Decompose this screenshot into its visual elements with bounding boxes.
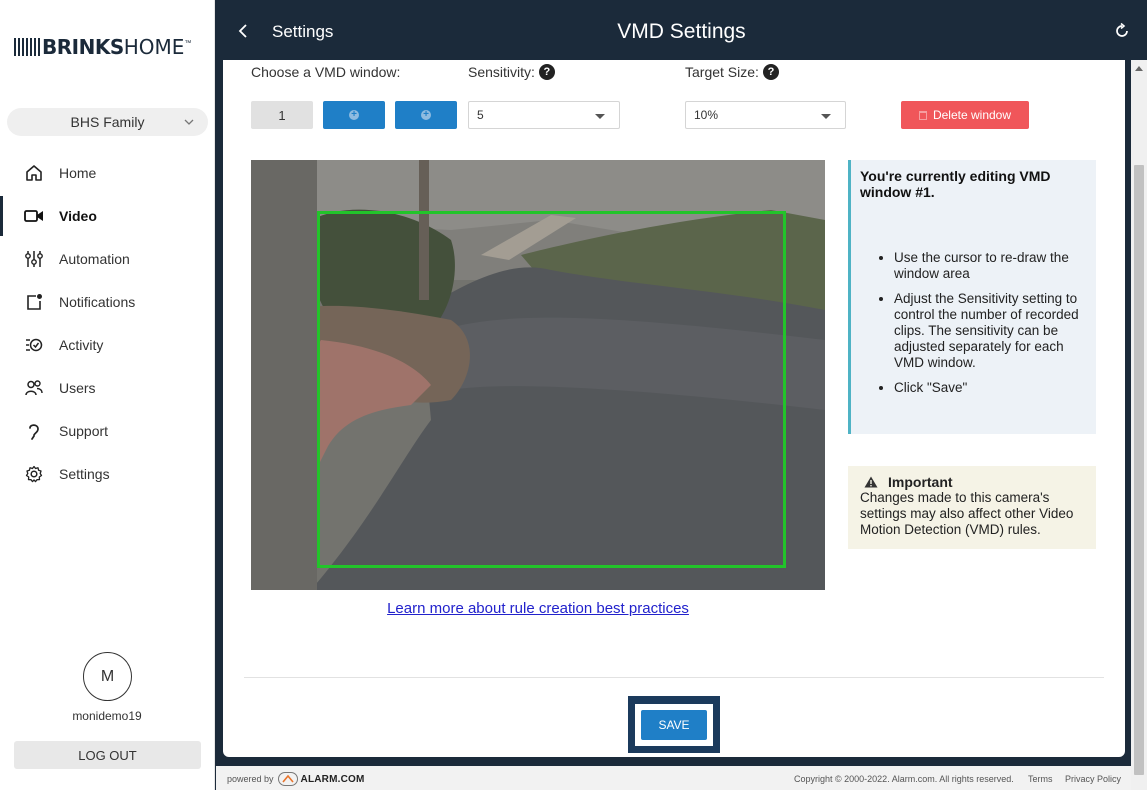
scroll-up-arrow-icon[interactable] [1135, 66, 1143, 71]
sidebar: BRINKS HOME ™ BHS Family Home Video Automa… [0, 0, 215, 790]
back-link-label[interactable]: Settings [272, 22, 333, 42]
add-vmd-window-button[interactable]: + [395, 101, 457, 129]
add-vmd-window-button[interactable]: + [323, 101, 385, 129]
sidebar-item-label: Activity [59, 337, 104, 353]
list-item: Click "Save" [894, 380, 1087, 396]
chevron-down-icon [184, 119, 194, 125]
terms-link[interactable]: Terms [1028, 774, 1053, 784]
plus-icon: + [349, 110, 359, 120]
sidebar-item-label: Settings [59, 466, 110, 482]
vmd-window-number: 1 [278, 107, 286, 123]
vmd-window-label: Choose a VMD window: [251, 64, 401, 80]
username: monidemo19 [72, 709, 142, 723]
gear-icon [24, 464, 44, 484]
save-button-focus-ring: SAVE [635, 703, 713, 746]
list-item: Adjust the Sensitivity setting to contro… [894, 291, 1087, 371]
account-selector[interactable]: BHS Family [7, 108, 208, 136]
sidebar-item-label: Support [59, 423, 109, 439]
delete-window-label: Delete window [932, 108, 1012, 122]
important-notice: Important Changes made to this camera's … [848, 466, 1096, 549]
dropdown-caret-icon [595, 114, 605, 119]
list-item: Use the cursor to re-draw the window are… [894, 250, 1087, 282]
logo-bars-icon [14, 38, 40, 56]
alarm-logo-icon [277, 772, 298, 786]
vmd-window-outline[interactable] [317, 211, 786, 568]
sidebar-item-label: Users [59, 380, 96, 396]
delete-window-button[interactable]: Delete window [901, 101, 1029, 129]
vmd-window-1-button[interactable]: 1 [251, 101, 313, 129]
copyright-text: Copyright © 2000-2022. Alarm.com. All ri… [794, 774, 1014, 784]
video-icon [24, 206, 44, 226]
support-icon [24, 421, 44, 441]
privacy-policy-link[interactable]: Privacy Policy [1065, 774, 1121, 784]
chevron-left-icon [238, 24, 247, 38]
brand-logo[interactable]: BRINKS HOME ™ [14, 34, 204, 60]
home-icon [24, 163, 44, 183]
sensitivity-select[interactable]: 5 [468, 101, 620, 129]
help-icon[interactable]: ? [762, 64, 779, 80]
trademark: ™ [184, 39, 192, 47]
users-icon [24, 378, 44, 398]
plus-icon: + [421, 110, 431, 120]
content-card: Choose a VMD window: Sensitivity:? Targe… [223, 60, 1125, 757]
learn-more-link[interactable]: Learn more about rule creation best prac… [223, 600, 853, 617]
sliders-icon [24, 249, 44, 269]
sidebar-item-users[interactable]: Users [0, 372, 214, 404]
help-icon[interactable]: ? [538, 64, 555, 80]
back-button[interactable] [238, 19, 252, 43]
powered-by: powered by ALARM.COM [227, 772, 365, 786]
save-button-focus-frame: SAVE [628, 696, 720, 753]
editing-info-panel: You're currently editing VMD window #1. … [848, 160, 1096, 434]
top-bar: Settings VMD Settings [216, 0, 1147, 60]
info-title: You're currently editing VMD window #1. [860, 168, 1051, 200]
dropdown-caret-icon [821, 114, 831, 119]
sensitivity-value: 5 [477, 108, 484, 122]
sidebar-item-label: Automation [59, 251, 130, 267]
sensitivity-label: Sensitivity:? [468, 64, 555, 80]
trash-icon [918, 110, 927, 120]
logout-button[interactable]: LOG OUT [14, 741, 201, 769]
target-size-select[interactable]: 10% [685, 101, 846, 129]
notification-icon [24, 292, 44, 312]
sidebar-item-support[interactable]: Support [0, 415, 214, 447]
avatar-initial: M [100, 667, 115, 685]
brand-name-light: HOME [123, 35, 185, 59]
sidebar-item-video[interactable]: Video [0, 196, 214, 236]
sidebar-item-label: Home [59, 165, 97, 181]
divider [244, 677, 1104, 678]
powered-by-text: powered by [227, 774, 274, 784]
save-button[interactable]: SAVE [641, 709, 707, 740]
warning-icon [864, 476, 878, 488]
activity-icon [24, 335, 44, 355]
avatar[interactable]: M [83, 652, 132, 701]
sidebar-item-automation[interactable]: Automation [0, 243, 214, 275]
info-list: Use the cursor to re-draw the window are… [860, 250, 1087, 396]
sidebar-item-label: Notifications [59, 294, 136, 310]
brand-name-bold: BRINKS [42, 35, 124, 59]
sidebar-item-settings[interactable]: Settings [0, 458, 214, 490]
sidebar-item-notifications[interactable]: Notifications [0, 286, 214, 318]
important-text: Changes made to this camera's settings m… [860, 490, 1074, 537]
scrollbar[interactable] [1131, 60, 1147, 790]
sidebar-item-home[interactable]: Home [0, 157, 214, 189]
sidebar-item-label: Video [59, 208, 97, 224]
refresh-icon[interactable] [1113, 22, 1131, 40]
scrollbar-thumb[interactable] [1134, 165, 1144, 775]
camera-preview[interactable] [251, 160, 825, 590]
target-size-label: Target Size:? [685, 64, 779, 80]
alarm-logo-text[interactable]: ALARM.COM [301, 774, 365, 785]
page-title: VMD Settings [617, 20, 746, 43]
important-title: Important [860, 474, 1084, 490]
account-selector-label: BHS Family [70, 114, 145, 130]
footer: powered by ALARM.COM Copyright © 2000-20… [216, 766, 1131, 790]
target-size-value: 10% [694, 108, 719, 122]
sidebar-item-activity[interactable]: Activity [0, 329, 214, 361]
